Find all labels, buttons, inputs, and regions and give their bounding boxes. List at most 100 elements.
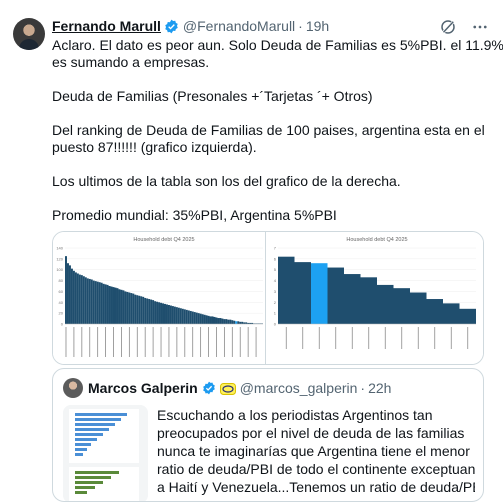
chart-bar [181, 308, 184, 324]
x-tick-label-mark [450, 327, 452, 349]
y-tick-label: 60 [59, 289, 64, 294]
chart-title: Household debt Q4 2025 [346, 237, 407, 243]
y-tick-label: 20 [59, 311, 64, 316]
chart-bar [132, 293, 135, 324]
quoted-tweet[interactable]: Marcos Galperin @marcos_galperin · 22h E… [52, 368, 484, 502]
chart-bar [160, 302, 163, 324]
x-tick-label-mark [255, 327, 257, 357]
quoted-avatar [63, 378, 83, 398]
tweet-line: Aclaro. El dato es peor aun. Solo Deuda … [52, 37, 503, 53]
chart-bar [108, 286, 111, 324]
y-tick-label: 0 [61, 322, 64, 327]
chart-bar [144, 297, 147, 324]
chart-bar [150, 299, 153, 324]
tweet-line: Deuda de Familias (Presonales +´Tarjetas… [52, 88, 373, 104]
x-tick-label-mark [128, 327, 130, 357]
chart-bar [213, 316, 216, 324]
chart-bar [78, 274, 81, 324]
y-tick-label: 1 [274, 311, 277, 316]
chart-bar [227, 319, 230, 324]
x-tick-label-mark [73, 327, 75, 357]
tweet-line: Promedio mundial: 35%PBI, Argentina 5%PB… [52, 207, 337, 223]
chart-bar [122, 290, 125, 324]
chart-bar [199, 313, 202, 324]
grok-icon[interactable] [439, 18, 457, 36]
quoted-line: nunca te imaginarías que Argentina tiene… [157, 443, 470, 459]
chart-bar [136, 295, 139, 324]
chart-bar [128, 292, 131, 324]
chart-bar [241, 321, 244, 324]
chart-bar [410, 292, 427, 324]
chart-bar [187, 310, 190, 324]
chart-bar [66, 263, 69, 324]
author-handle[interactable]: @FernandoMarull [183, 18, 295, 34]
tweet[interactable]: Fernando Marull @FernandoMarull · 19h Ac… [0, 0, 503, 502]
chart-right-svg: Household debt Q4 2025 0 1 2 3 4 5 6 7 [274, 237, 477, 349]
chart-bar [126, 291, 129, 324]
x-tick-label-mark [216, 327, 217, 357]
chart-bar [106, 284, 109, 324]
chart-bar [118, 289, 121, 324]
chart-bar [197, 313, 200, 324]
chart-bar [344, 274, 361, 324]
x-tick-label-mark [417, 327, 419, 349]
chart-bar [112, 287, 115, 324]
chart-bar [311, 263, 328, 324]
chart-bar [173, 306, 176, 324]
y-tick-label: 40 [59, 300, 64, 305]
tweet-paragraph: Promedio mundial: 35%PBI, Argentina 5%PB… [52, 207, 492, 224]
quoted-author-name: Marcos Galperin [88, 380, 198, 396]
chart-bar [189, 310, 192, 324]
chart-bar [86, 278, 89, 324]
author-avatar[interactable] [13, 18, 45, 50]
quoted-media-thumbnail [63, 405, 148, 501]
chart-bar [360, 277, 378, 324]
chart-bar [114, 287, 117, 324]
x-tick-label-mark [160, 327, 162, 357]
tweet-paragraph: Del ranking de Deuda de Familias de 100 … [52, 122, 492, 156]
chart-bar [94, 281, 97, 324]
y-tick-label: 100 [56, 267, 63, 272]
chart-bar [195, 312, 198, 324]
y-tick-label: 140 [56, 246, 63, 251]
author-name[interactable]: Fernando Marull [52, 18, 161, 34]
x-tick-label-mark [401, 327, 403, 349]
chart-left[interactable]: Household debt Q4 2025 0 20 40 60 80 100 120 140 [53, 232, 267, 364]
chart-bar [171, 306, 174, 324]
y-tick-label: 7 [274, 246, 277, 251]
chart-right[interactable]: Household debt Q4 2025 0 1 2 3 4 5 6 7 [266, 232, 483, 364]
tweet-paragraph: Los ultimos de la tabla son los del graf… [52, 173, 492, 190]
chart-bar [193, 312, 196, 324]
chart-bar [209, 316, 212, 324]
chart-bar [201, 314, 204, 324]
tweet-media-charts[interactable]: Household debt Q4 2025 0 20 40 60 80 100 120 140… [52, 231, 484, 365]
x-tick-label-mark [285, 327, 287, 349]
x-tick-label-mark [434, 327, 436, 349]
affiliate-logo-icon [219, 382, 236, 395]
chart-bar [154, 301, 157, 324]
chart-bar [235, 321, 238, 324]
more-icon[interactable] [471, 18, 489, 36]
chart-bar [207, 315, 210, 324]
tweet-line: es sumando a empresas. [52, 54, 210, 70]
chart-bar [90, 279, 93, 324]
chart-bar [65, 256, 67, 324]
chart-bar [426, 299, 444, 324]
y-tick-label: 4 [274, 278, 277, 283]
chart-bar [120, 289, 123, 324]
chart-bar [80, 275, 83, 324]
chart-bar [68, 265, 71, 324]
x-tick-label-mark [89, 327, 91, 357]
chart-bar [124, 291, 127, 324]
x-tick-label-mark [208, 327, 209, 357]
chart-bar [100, 282, 103, 324]
chart-bar [393, 288, 411, 324]
quoted-verified-badge-icon [202, 381, 216, 395]
chart-bar [72, 270, 75, 324]
chart-bar [294, 262, 312, 324]
tweet-time[interactable]: 19h [306, 18, 329, 34]
quoted-header: Marcos Galperin @marcos_galperin · 22h [63, 378, 391, 398]
y-tick-label: 0 [274, 322, 277, 327]
tweet-top-actions [439, 18, 489, 36]
chart-left-svg: Household debt Q4 2025 0 20 40 60 80 100 120 140 [56, 237, 263, 357]
